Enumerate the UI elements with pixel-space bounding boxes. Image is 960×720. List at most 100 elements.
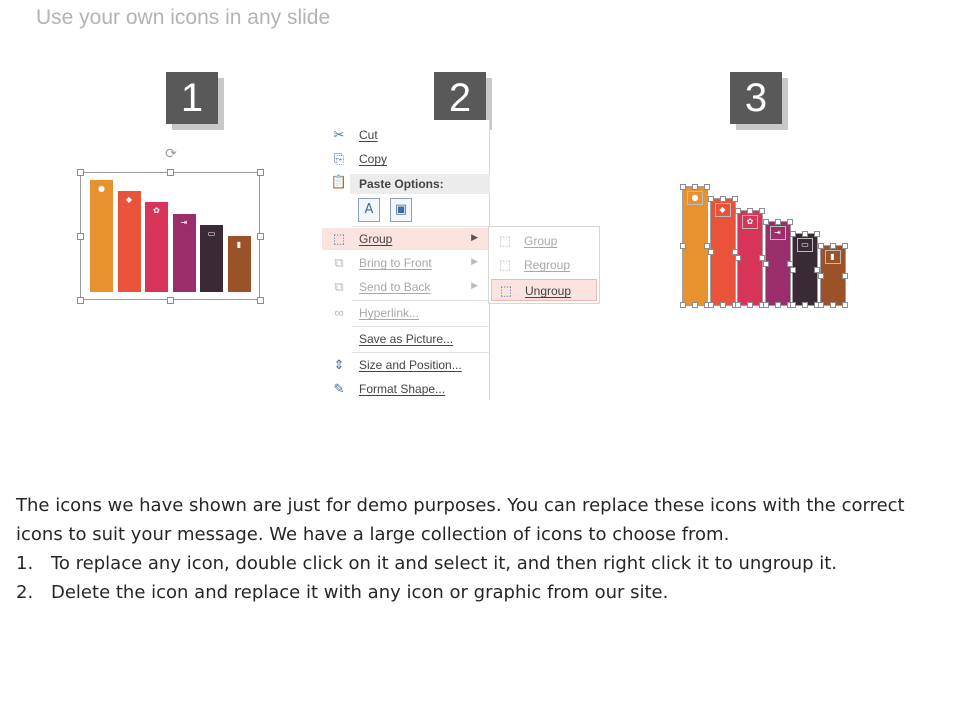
resize-handle[interactable]	[762, 302, 769, 308]
resize-handle[interactable]	[762, 260, 769, 267]
resize-handle[interactable]	[680, 243, 686, 249]
resize-handle[interactable]	[817, 272, 824, 279]
resize-handle[interactable]	[786, 219, 793, 225]
resize-handle[interactable]	[817, 243, 824, 249]
copy-icon: ⎘	[333, 151, 345, 166]
handshake-icon[interactable]: ✿	[742, 215, 758, 229]
menu-item-bring-to-front[interactable]: ⧉ Bring to Front ▶	[322, 252, 490, 274]
money-bag-icon: ●	[98, 184, 105, 193]
handshake-icon: ✿	[153, 206, 160, 215]
resize-handle[interactable]	[774, 302, 781, 308]
resize-handle[interactable]	[802, 302, 808, 308]
resize-handle[interactable]	[790, 302, 796, 308]
resize-handle[interactable]	[731, 196, 738, 202]
resize-handle[interactable]	[77, 169, 84, 176]
resize-handle[interactable]	[747, 208, 753, 214]
resize-handle[interactable]	[817, 302, 824, 308]
resize-handle[interactable]	[707, 302, 714, 308]
resize-handle[interactable]	[774, 219, 781, 225]
hyperlink-icon: ∞	[334, 305, 344, 320]
bar-1: ●	[90, 180, 113, 292]
menu-item-label: Save as Picture...	[359, 332, 454, 346]
paste-picture-icon[interactable]: ▣	[390, 198, 412, 222]
menu-separator	[352, 326, 490, 327]
resize-handle[interactable]	[747, 302, 753, 308]
menu-item-format-shape[interactable]: ✎ Format Shape...	[322, 378, 490, 400]
resize-handle[interactable]	[841, 243, 848, 249]
bar-chart-icon: ▮	[236, 240, 242, 249]
resize-handle[interactable]	[829, 243, 836, 249]
resize-handle[interactable]	[829, 302, 836, 308]
paste-keep-formatting-icon[interactable]: A	[358, 198, 380, 222]
piggy-bank-icon[interactable]: ◆	[714, 203, 731, 217]
resize-handle[interactable]	[759, 208, 765, 214]
bar-3: ✿	[145, 202, 168, 292]
resize-handle[interactable]	[814, 231, 820, 237]
resize-handle[interactable]	[707, 249, 714, 255]
bar-chart-icon[interactable]: ▮	[824, 250, 841, 264]
submenu-arrow-icon: ▶	[471, 232, 478, 242]
resize-handle[interactable]	[841, 272, 848, 279]
resize-handle[interactable]	[680, 302, 686, 308]
menu-item-size-and-position[interactable]: ⇕ Size and Position...	[322, 354, 490, 376]
resize-handle[interactable]	[692, 302, 698, 308]
list-text: To replace any icon, double click on it …	[51, 553, 838, 574]
submenu-item-ungroup[interactable]: ⬚ Ungroup	[491, 279, 597, 301]
menu-item-label: Send to Back	[359, 280, 431, 294]
resize-handle[interactable]	[680, 184, 686, 190]
context-menu: ✂ Cut ⎘ Copy 📋 Paste Options: A ▣ ⬚ Grou…	[322, 120, 490, 400]
resize-handle[interactable]	[841, 302, 848, 308]
menu-item-label: Size and Position...	[359, 358, 462, 372]
list-number: 1.	[16, 553, 34, 574]
resize-handle[interactable]	[167, 169, 174, 176]
resize-handle[interactable]	[167, 297, 174, 304]
resize-handle[interactable]	[802, 231, 808, 237]
resize-handle[interactable]	[735, 255, 741, 261]
resize-handle[interactable]	[707, 196, 714, 202]
menu-item-save-as-picture[interactable]: Save as Picture...	[322, 328, 490, 350]
regroup-icon: ⬚	[498, 257, 512, 272]
menu-separator	[352, 352, 490, 353]
resize-handle[interactable]	[762, 219, 769, 225]
submenu-item-group[interactable]: ⬚ Group	[491, 230, 597, 252]
list-item: 1. To replace any icon, double click on …	[16, 549, 936, 578]
cash-icon[interactable]: ▭	[797, 238, 813, 252]
clipboard-icon: 📋	[330, 175, 348, 190]
resize-handle[interactable]	[735, 302, 741, 308]
list-text: Delete the icon and replace it with any …	[51, 582, 669, 603]
submenu-item-label: Regroup	[524, 258, 571, 272]
menu-item-group[interactable]: ⬚ Group ▶	[322, 228, 490, 250]
resize-handle[interactable]	[735, 208, 741, 214]
bar-5: ▭	[200, 225, 223, 292]
resize-handle[interactable]	[704, 184, 710, 190]
submenu-item-regroup[interactable]: ⬚ Regroup	[491, 254, 597, 276]
menu-item-label: Format Shape...	[359, 382, 446, 396]
selected-bar-group[interactable]: ● ◆ ✿ ⇥ ▭ ▮	[77, 169, 264, 304]
rotate-handle-icon[interactable]: ⟳	[163, 146, 179, 162]
step-badge-1: 1	[166, 72, 218, 124]
menu-item-send-to-back[interactable]: ⧉ Send to Back ▶	[322, 276, 490, 298]
resize-handle[interactable]	[692, 184, 698, 190]
money-bag-icon[interactable]: ●	[687, 191, 703, 205]
login-icon[interactable]: ⇥	[769, 226, 786, 240]
size-position-icon: ⇕	[333, 357, 345, 372]
resize-handle[interactable]	[257, 169, 264, 176]
ungroup-icon: ⬚	[499, 283, 513, 298]
menu-item-cut[interactable]: ✂ Cut	[322, 124, 490, 146]
group-submenu: ⬚ Group ⬚ Regroup ⬚ Ungroup	[488, 226, 600, 304]
menu-item-label: Bring to Front	[359, 256, 432, 270]
resize-handle[interactable]	[719, 196, 726, 202]
resize-handle[interactable]	[790, 266, 796, 273]
menu-item-label: Copy	[359, 152, 388, 166]
resize-handle[interactable]	[257, 233, 264, 240]
menu-item-copy[interactable]: ⎘ Copy	[322, 148, 490, 170]
resize-handle[interactable]	[77, 233, 84, 240]
resize-handle[interactable]	[77, 297, 84, 304]
list-item: 2. Delete the icon and replace it with a…	[16, 578, 936, 607]
resize-handle[interactable]	[719, 302, 726, 308]
submenu-arrow-icon: ▶	[471, 256, 478, 266]
resize-handle[interactable]	[790, 231, 796, 237]
intro-text: The icons we have shown are just for dem…	[16, 495, 905, 545]
menu-item-hyperlink[interactable]: ∞ Hyperlink...	[322, 302, 490, 324]
resize-handle[interactable]	[257, 297, 264, 304]
